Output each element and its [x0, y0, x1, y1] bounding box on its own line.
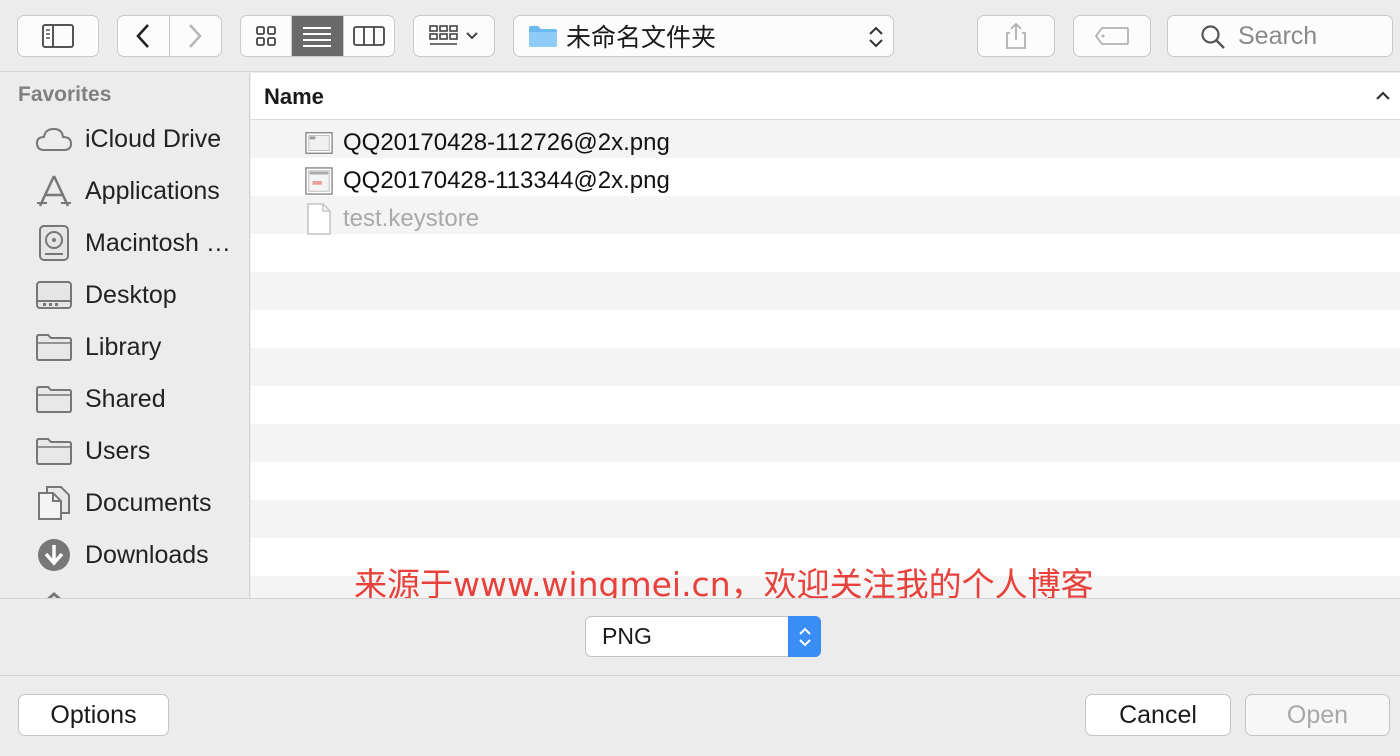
open-button[interactable]: Open: [1245, 694, 1390, 736]
sidebar-item-shared[interactable]: Shared: [0, 375, 249, 423]
sidebar-item-downloads[interactable]: Downloads: [0, 531, 249, 579]
column-view-button[interactable]: [344, 16, 394, 56]
share-button[interactable]: [977, 15, 1055, 57]
format-popup[interactable]: PNG: [585, 616, 821, 657]
image-file-icon: [305, 127, 333, 159]
tag-button[interactable]: [1073, 15, 1151, 57]
sidebar-item-label: Desktop: [85, 280, 177, 309]
format-selected: PNG: [602, 623, 652, 649]
forward-button[interactable]: [170, 16, 222, 56]
format-stepper[interactable]: [788, 616, 821, 657]
sidebar-item-desktop[interactable]: Desktop: [0, 271, 249, 319]
list-stripe: [251, 424, 1400, 462]
sidebar-item-library[interactable]: Library: [0, 323, 249, 371]
options-button[interactable]: Options: [18, 694, 169, 736]
sidebar-item-label: Users: [85, 436, 151, 465]
image-file-icon: [305, 165, 333, 197]
downloads-icon: [34, 535, 74, 575]
sidebar-item-label: Applications: [85, 176, 220, 205]
search-field[interactable]: Search: [1167, 15, 1393, 57]
path-popup[interactable]: 未命名文件夹: [513, 15, 894, 57]
icon-view-button[interactable]: [241, 16, 293, 56]
list-stripe: [251, 348, 1400, 386]
navigation-buttons: [117, 15, 222, 57]
folder-icon: [34, 379, 74, 419]
grid-icon: [256, 26, 277, 46]
sidebar-item-home[interactable]: [0, 583, 249, 598]
file-name: QQ20170428-112726@2x.png: [343, 129, 670, 156]
sidebar-item-applications[interactable]: Applications: [0, 167, 249, 215]
sidebar-item-label: Shared: [85, 384, 166, 413]
desktop-icon: [34, 275, 74, 315]
path-label: 未命名文件夹: [566, 24, 717, 52]
sidebar-item-macintosh-hd[interactable]: Macintosh HD: [0, 219, 249, 267]
columns-icon: [352, 26, 385, 46]
hard-drive-icon: [34, 223, 74, 263]
sidebar-item-users[interactable]: Users: [0, 427, 249, 475]
list-icon: [303, 27, 332, 47]
chevron-right-icon: [189, 24, 203, 48]
arrange-button[interactable]: [413, 15, 495, 57]
arrange-grid-icon: [429, 25, 458, 45]
folder-icon: [34, 431, 74, 471]
document-file-icon: [305, 203, 333, 235]
dialog-footer: Options Cancel Open: [0, 677, 1400, 756]
sidebar-icon: [42, 24, 74, 48]
documents-icon: [34, 483, 74, 523]
sidebar-item-label: Documents: [85, 488, 212, 517]
up-down-arrows-icon: [869, 26, 883, 48]
format-area: PNG: [0, 598, 1400, 676]
sidebar: Favorites iCloud Drive Applications Maci…: [0, 73, 250, 598]
sidebar-item-label: Macintosh HD: [85, 228, 235, 257]
sidebar-item-label: Library: [85, 332, 162, 361]
search-placeholder: Search: [1238, 21, 1318, 50]
home-icon: [34, 587, 74, 598]
search-icon: [1201, 25, 1225, 49]
back-button[interactable]: [118, 16, 170, 56]
file-list: Name QQ20170428-112726@2x.png QQ20170428: [251, 73, 1400, 598]
toolbar: 未命名文件夹 Search: [0, 0, 1400, 72]
chevron-down-icon: [466, 32, 478, 40]
sidebar-toggle-button[interactable]: [17, 15, 99, 57]
file-row: test.keystore: [251, 200, 1400, 238]
file-row[interactable]: QQ20170428-113344@2x.png: [251, 162, 1400, 200]
view-mode-segment: [240, 15, 395, 57]
sidebar-item-label: iCloud Drive: [85, 124, 222, 153]
sidebar-item-label: Downloads: [85, 540, 209, 569]
folder-icon: [529, 26, 557, 47]
up-down-arrows-icon: [798, 627, 811, 646]
sidebar-item-icloud-drive[interactable]: iCloud Drive: [0, 115, 249, 163]
applications-icon: [34, 171, 74, 211]
list-view-button[interactable]: [292, 16, 344, 56]
list-stripe: [251, 500, 1400, 538]
share-icon: [1006, 22, 1026, 49]
sort-ascending-icon[interactable]: [1374, 85, 1392, 107]
cloud-icon: [34, 119, 74, 159]
file-name: QQ20170428-113344@2x.png: [343, 167, 670, 194]
file-name: test.keystore: [343, 205, 480, 232]
sidebar-heading: Favorites: [18, 83, 112, 106]
file-row[interactable]: QQ20170428-112726@2x.png: [251, 124, 1400, 162]
list-stripe: [251, 272, 1400, 310]
chevron-left-icon: [136, 24, 150, 48]
list-header: Name: [251, 73, 1400, 120]
column-header-name[interactable]: Name: [264, 84, 324, 110]
cancel-button[interactable]: Cancel: [1085, 694, 1231, 736]
sidebar-item-documents[interactable]: Documents: [0, 479, 249, 527]
tag-icon: [1094, 27, 1129, 45]
folder-icon: [34, 327, 74, 367]
